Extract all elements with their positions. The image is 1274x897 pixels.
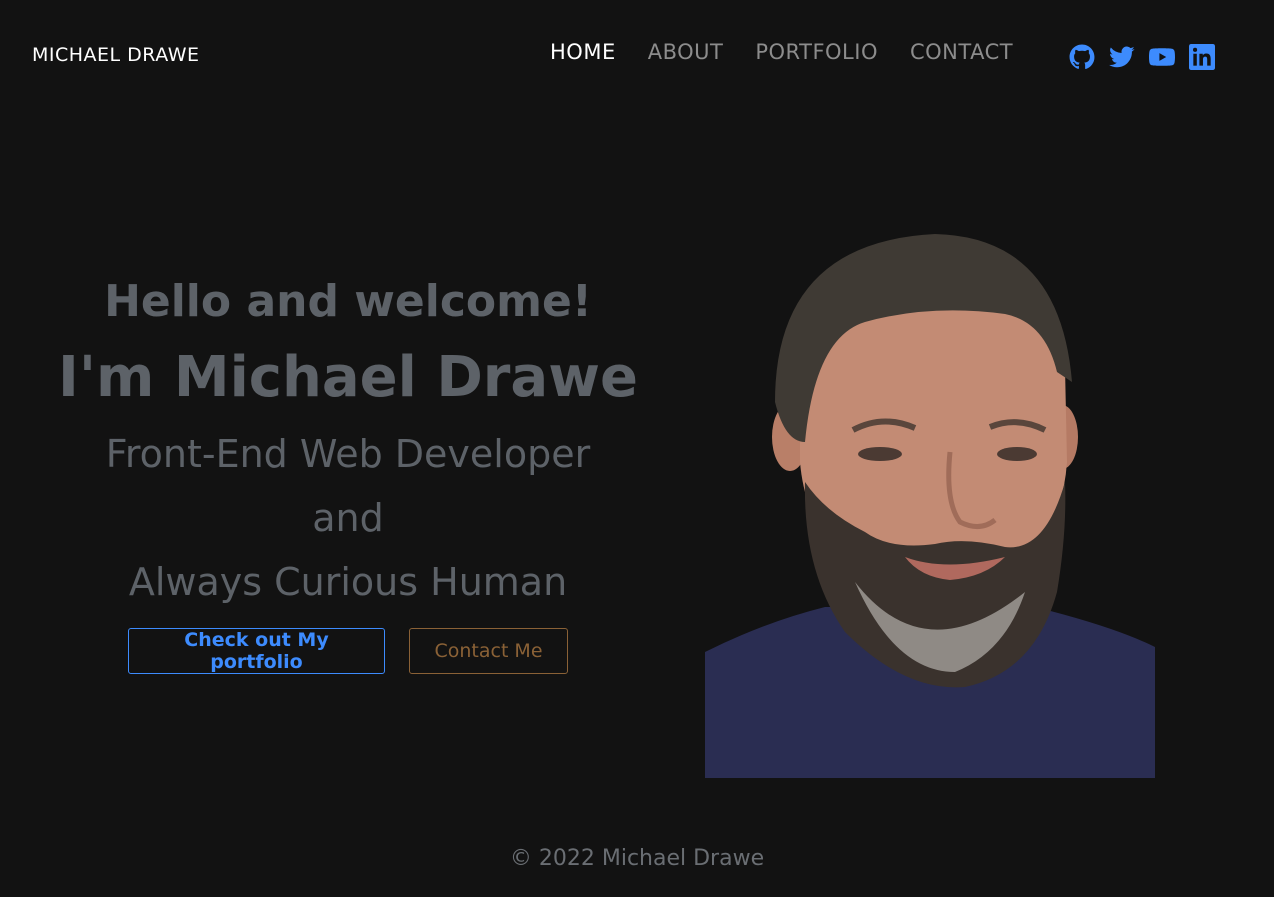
hero-and: and: [312, 496, 384, 540]
portfolio-button[interactable]: Check out My portfolio: [128, 628, 385, 674]
hero-section: Hello and welcome! I'm Michael Drawe Fro…: [48, 270, 648, 614]
nav-contact[interactable]: CONTACT: [910, 40, 1013, 64]
youtube-icon[interactable]: [1149, 44, 1175, 70]
hero-role: Front-End Web Developer: [105, 432, 591, 476]
nav-portfolio[interactable]: PORTFOLIO: [755, 40, 878, 64]
nav-about[interactable]: ABOUT: [648, 40, 724, 64]
profile-photo: [705, 234, 1155, 778]
github-icon[interactable]: [1069, 44, 1095, 70]
brand-logo[interactable]: MICHAEL DRAWE: [32, 44, 200, 66]
hero-name: I'm Michael Drawe: [58, 345, 638, 410]
hero-tagline: Always Curious Human: [128, 560, 568, 604]
nav-home[interactable]: HOME: [550, 40, 616, 64]
main-nav: HOME ABOUT PORTFOLIO CONTACT: [550, 40, 1013, 64]
linkedin-icon[interactable]: [1189, 44, 1215, 70]
hero-buttons: Check out My portfolio Contact Me: [128, 628, 568, 674]
hero-greeting: Hello and welcome!: [104, 276, 592, 327]
footer-copyright: © 2022 Michael Drawe: [509, 846, 765, 871]
contact-button[interactable]: Contact Me: [409, 628, 568, 674]
page: MICHAEL DRAWE HOME ABOUT PORTFOLIO CONTA…: [0, 0, 1274, 897]
twitter-icon[interactable]: [1109, 44, 1135, 70]
social-links: [1069, 44, 1215, 70]
